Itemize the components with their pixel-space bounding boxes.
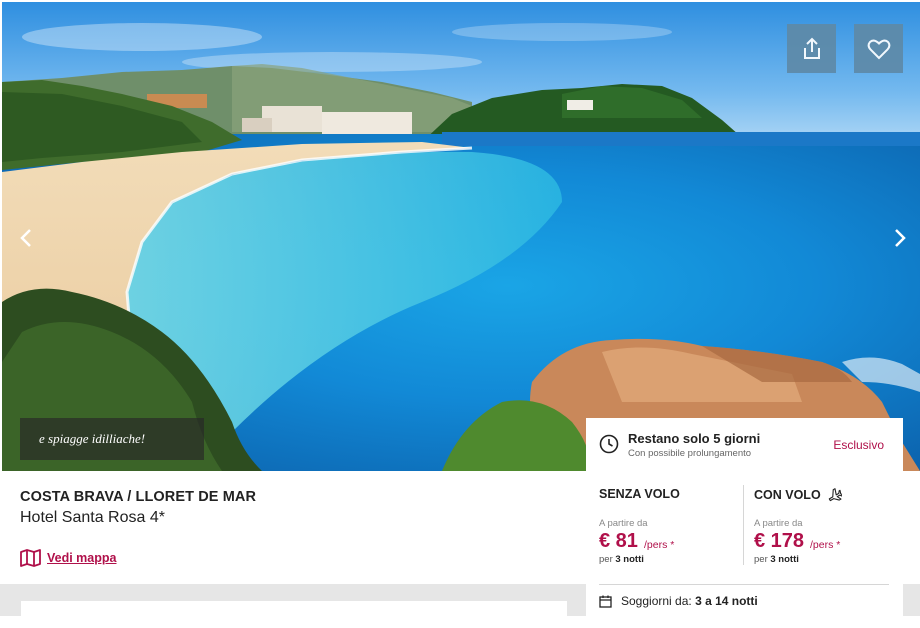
nights-count: 3 notti <box>770 554 799 565</box>
view-map-link[interactable]: Vedi mappa <box>20 549 116 567</box>
availability-header: Restano solo 5 giorni Con possibile prol… <box>586 418 903 472</box>
stay-duration: Soggiorni da: 3 a 14 notti <box>599 594 758 608</box>
next-image-button[interactable] <box>888 224 912 252</box>
section-divider <box>599 584 889 585</box>
image-caption: e spiagge idilliache! <box>20 418 204 460</box>
with-flight-price[interactable]: € 178 <box>754 530 804 553</box>
previous-image-button[interactable] <box>14 224 38 252</box>
offer-card: Restano solo 5 giorni Con possibile prol… <box>586 418 903 628</box>
chevron-right-icon <box>895 229 906 247</box>
stay-label: Soggiorni da: <box>621 594 692 608</box>
clock-icon <box>599 434 619 454</box>
without-flight-unit: /pers * <box>644 539 675 551</box>
without-flight-label-text: SENZA VOLO <box>599 487 680 501</box>
without-flight-from: A partire da <box>599 518 648 529</box>
beach-photo <box>2 2 920 471</box>
stay-range: 3 a 14 notti <box>695 594 758 608</box>
exclusive-badge: Esclusivo <box>833 438 884 452</box>
column-divider <box>743 485 744 565</box>
share-icon <box>803 37 820 59</box>
without-flight-label: SENZA VOLO <box>599 487 680 501</box>
chevron-left-icon <box>20 229 31 247</box>
availability-text: Restano solo 5 giorni <box>628 431 761 446</box>
with-flight-nights: per 3 notti <box>754 554 799 565</box>
next-section-card <box>21 601 567 621</box>
hero-image: e spiagge idilliache! <box>2 2 920 471</box>
share-button[interactable] <box>787 24 836 73</box>
calendar-icon <box>599 595 612 608</box>
view-map-label: Vedi mappa <box>47 551 117 565</box>
destination-title: COSTA BRAVA / LLORET DE MAR <box>20 489 257 505</box>
per-prefix: per <box>754 554 768 565</box>
per-prefix: per <box>599 554 613 565</box>
nights-count: 3 notti <box>615 554 644 565</box>
without-flight-nights: per 3 notti <box>599 554 644 565</box>
plane-icon <box>828 488 842 502</box>
favorite-button[interactable] <box>854 24 903 73</box>
hotel-name: Hotel Santa Rosa 4* <box>20 509 165 526</box>
with-flight-label: CON VOLO <box>754 487 842 503</box>
with-flight-unit: /pers * <box>810 539 841 551</box>
heart-icon <box>867 39 890 59</box>
with-flight-from: A partire da <box>754 518 803 529</box>
map-icon <box>20 549 41 567</box>
without-flight-price[interactable]: € 81 <box>599 530 638 553</box>
extension-note: Con possibile prolungamento <box>628 448 752 459</box>
with-flight-label-text: CON VOLO <box>754 488 821 502</box>
